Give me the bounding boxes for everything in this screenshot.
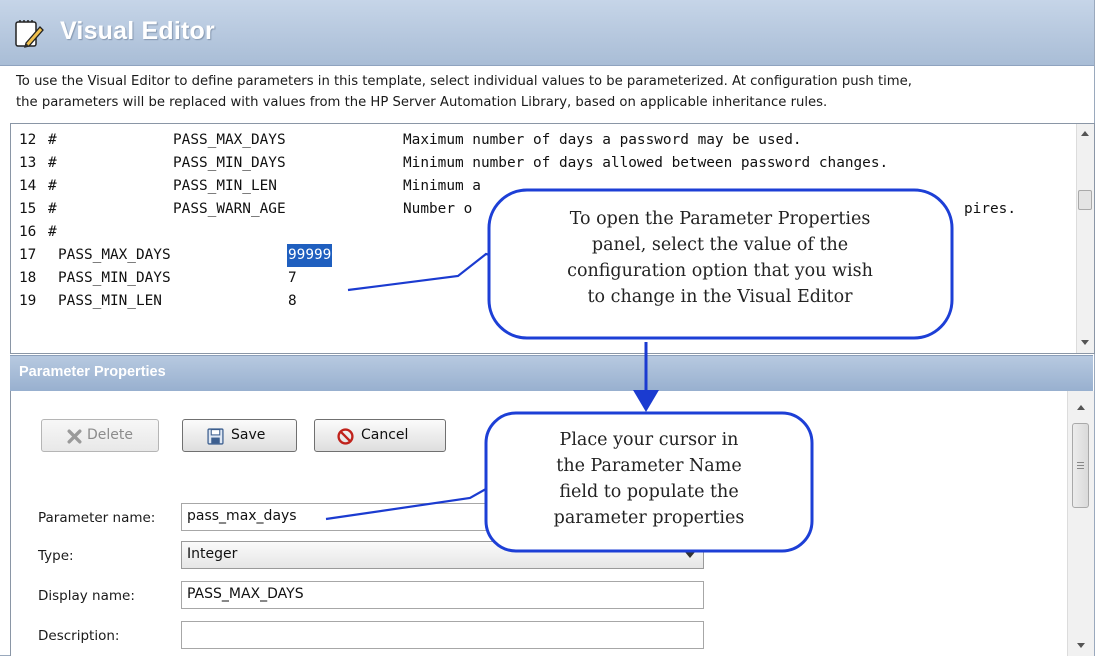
- code-description: Number o: [403, 201, 473, 217]
- line-number: 17: [19, 247, 37, 263]
- selected-setting-value[interactable]: 99999: [287, 244, 333, 267]
- top-callout-text: To open the Parameter Properties panel, …: [495, 206, 945, 310]
- description-label: Description:: [38, 628, 120, 644]
- visual-editor-window: Visual Editor To use the Visual Editor t…: [0, 0, 1095, 656]
- line-number: 12: [19, 132, 37, 148]
- code-key: PASS_WARN_AGE: [173, 201, 286, 217]
- bottom-callout-line: Place your cursor in: [559, 430, 739, 450]
- save-label: Save: [231, 427, 266, 443]
- delete-button[interactable]: Delete: [41, 419, 159, 452]
- display-name-input[interactable]: PASS_MAX_DAYS: [181, 581, 704, 609]
- code-comment-hash: #: [48, 201, 57, 217]
- bottom-callout-text: Place your cursor in the Parameter Name …: [490, 427, 808, 531]
- bottom-callout-line: the Parameter Name: [556, 456, 742, 476]
- code-comment-hash: #: [48, 132, 57, 148]
- type-label: Type:: [38, 548, 74, 564]
- code-comment-hash: #: [48, 178, 57, 194]
- scroll-thumb[interactable]: [1078, 190, 1092, 210]
- code-description: Maximum number of days a password may be…: [403, 132, 802, 148]
- display-name-label: Display name:: [38, 588, 135, 604]
- code-key: PASS_MAX_DAYS: [173, 132, 286, 148]
- window-title: Visual Editor: [60, 17, 215, 45]
- setting-key: PASS_MIN_DAYS: [58, 270, 171, 286]
- setting-key: PASS_MIN_LEN: [58, 293, 162, 309]
- title-bar: Visual Editor: [0, 0, 1094, 66]
- panel-title: Parameter Properties: [19, 364, 166, 380]
- save-button[interactable]: Save: [182, 419, 297, 452]
- cancel-circle-icon: [337, 428, 354, 445]
- code-description: Minimum number of days allowed between p…: [403, 155, 889, 171]
- delete-x-icon: [67, 429, 82, 444]
- scroll-up-icon[interactable]: [1081, 131, 1089, 136]
- type-select[interactable]: Integer: [181, 541, 704, 569]
- notepad-pencil-icon: [15, 20, 44, 48]
- scroll-thumb[interactable]: [1072, 423, 1089, 508]
- setting-value[interactable]: 8: [288, 290, 297, 313]
- line-number: 18: [19, 270, 37, 286]
- code-comment-hash: #: [48, 155, 57, 171]
- scroll-down-icon[interactable]: [1077, 643, 1085, 648]
- parameter-name-label: Parameter name:: [38, 510, 156, 526]
- top-callout-line: To open the Parameter Properties: [569, 209, 871, 229]
- code-key: PASS_MIN_DAYS: [173, 155, 286, 171]
- line-number: 14: [19, 178, 37, 194]
- top-callout-line: configuration option that you wish: [567, 261, 873, 281]
- setting-value[interactable]: 7: [288, 267, 297, 290]
- line-number: 13: [19, 155, 37, 171]
- scroll-up-icon[interactable]: [1077, 405, 1085, 410]
- code-description: Minimum a: [403, 178, 481, 194]
- line-number: 19: [19, 293, 37, 309]
- line-number: 15: [19, 201, 37, 217]
- cancel-label: Cancel: [361, 427, 409, 443]
- type-select-value: Integer: [187, 546, 238, 562]
- bottom-callout-line: parameter properties: [553, 508, 745, 528]
- panel-scrollbar[interactable]: [1067, 391, 1094, 656]
- parameter-properties-header: Parameter Properties: [10, 355, 1093, 392]
- scroll-down-icon[interactable]: [1081, 340, 1089, 345]
- setting-key: PASS_MAX_DAYS: [58, 247, 171, 263]
- top-callout-line: to change in the Visual Editor: [587, 287, 853, 307]
- bottom-callout-line: field to populate the: [559, 482, 739, 502]
- code-key: PASS_MIN_LEN: [173, 178, 277, 194]
- code-description-tail: pires.: [964, 201, 1016, 217]
- line-number: 16: [19, 224, 37, 240]
- code-comment-hash: #: [48, 224, 57, 240]
- editor-scrollbar[interactable]: [1076, 124, 1094, 353]
- chevron-down-icon: [685, 552, 695, 558]
- cancel-button[interactable]: Cancel: [314, 419, 446, 452]
- intro-line-1: To use the Visual Editor to define param…: [16, 74, 912, 89]
- intro-line-2: the parameters will be replaced with val…: [16, 95, 828, 110]
- intro-text: To use the Visual Editor to define param…: [16, 71, 1081, 113]
- description-input[interactable]: [181, 621, 704, 649]
- grip-icon: [1077, 462, 1084, 463]
- delete-label: Delete: [87, 427, 133, 443]
- floppy-disk-icon: [207, 428, 224, 445]
- top-callout-line: panel, select the value of the: [591, 235, 849, 255]
